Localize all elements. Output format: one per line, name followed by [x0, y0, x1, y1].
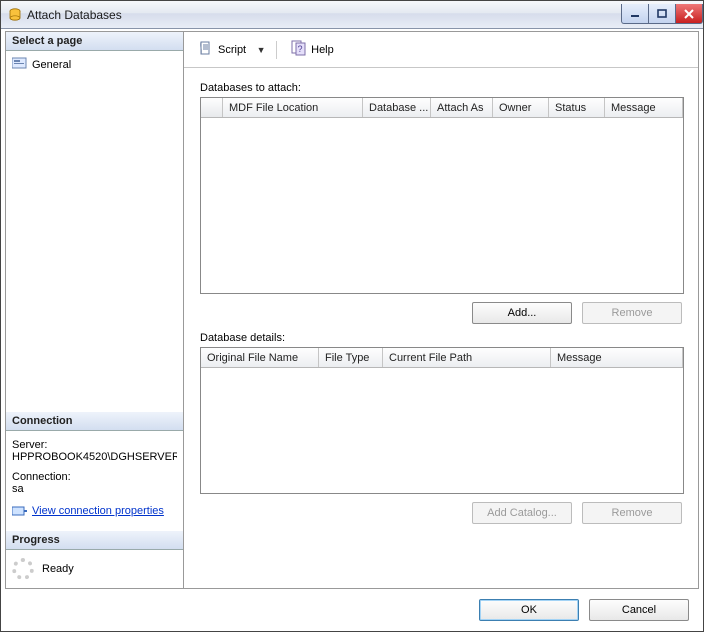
- details-grid[interactable]: Original File Name File Type Current Fil…: [200, 347, 684, 494]
- select-page-header: Select a page: [6, 32, 183, 51]
- col-database[interactable]: Database ...: [363, 98, 431, 117]
- databases-to-attach-label: Databases to attach:: [200, 82, 684, 94]
- col-original-file-name[interactable]: Original File Name: [201, 348, 319, 367]
- titlebar[interactable]: Attach Databases: [1, 1, 703, 29]
- col-mdf[interactable]: MDF File Location: [223, 98, 363, 117]
- cancel-button[interactable]: Cancel: [589, 599, 689, 621]
- remove-top-button: Remove: [582, 302, 682, 324]
- script-label: Script: [218, 44, 246, 56]
- col-file-type[interactable]: File Type: [319, 348, 383, 367]
- database-details-label: Database details:: [200, 332, 684, 344]
- details-grid-body: [201, 368, 683, 493]
- script-icon: [198, 40, 214, 59]
- script-button[interactable]: Script: [194, 38, 250, 61]
- help-button[interactable]: ? Help: [287, 38, 338, 61]
- col-message[interactable]: Message: [605, 98, 683, 117]
- main-panel: Script ▼ ? Help Databases to attach:: [184, 32, 698, 588]
- details-grid-header: Original File Name File Type Current Fil…: [201, 348, 683, 368]
- add-catalog-button: Add Catalog...: [472, 502, 572, 524]
- col-attach-as[interactable]: Attach As: [431, 98, 493, 117]
- toolbar-separator: [276, 41, 277, 59]
- server-value: HPPROBOOK4520\DGHSERVER: [12, 451, 177, 463]
- dialog-footer: OK Cancel: [1, 589, 703, 631]
- databases-grid-header: MDF File Location Database ... Attach As…: [201, 98, 683, 118]
- minimize-button[interactable]: [621, 4, 649, 24]
- script-dropdown-icon[interactable]: ▼: [256, 45, 266, 55]
- ok-button[interactable]: OK: [479, 599, 579, 621]
- progress-spinner-icon: [12, 558, 34, 580]
- sidebar-item-general[interactable]: General: [12, 55, 177, 74]
- view-connection-properties-link[interactable]: View connection properties: [32, 505, 164, 517]
- attach-databases-dialog: Attach Databases Select a page: [0, 0, 704, 632]
- col-owner[interactable]: Owner: [493, 98, 549, 117]
- maximize-button[interactable]: [648, 4, 676, 24]
- sidebar: Select a page General Connection Server:…: [6, 32, 184, 588]
- window-controls: [622, 4, 703, 24]
- server-label: Server:: [12, 439, 177, 451]
- progress-header: Progress: [6, 531, 183, 550]
- progress-status: Ready: [42, 563, 74, 575]
- app-icon: [7, 7, 23, 23]
- connection-header: Connection: [6, 412, 183, 431]
- grid-corner: [201, 98, 223, 117]
- col-status[interactable]: Status: [549, 98, 605, 117]
- databases-grid-body: [201, 118, 683, 293]
- svg-text:?: ?: [298, 44, 303, 54]
- help-label: Help: [311, 44, 334, 56]
- col-details-message[interactable]: Message: [551, 348, 683, 367]
- window-title: Attach Databases: [27, 8, 622, 22]
- add-button[interactable]: Add...: [472, 302, 572, 324]
- help-icon: ?: [291, 40, 307, 59]
- connection-value: sa: [12, 483, 177, 495]
- databases-grid[interactable]: MDF File Location Database ... Attach As…: [200, 97, 684, 294]
- connection-properties-icon: [12, 505, 28, 517]
- close-button[interactable]: [675, 4, 703, 24]
- col-current-file-path[interactable]: Current File Path: [383, 348, 551, 367]
- toolbar: Script ▼ ? Help: [184, 32, 698, 68]
- remove-bottom-button: Remove: [582, 502, 682, 524]
- sidebar-item-label: General: [32, 59, 71, 71]
- connection-label: Connection:: [12, 471, 177, 483]
- page-icon: [12, 57, 28, 72]
